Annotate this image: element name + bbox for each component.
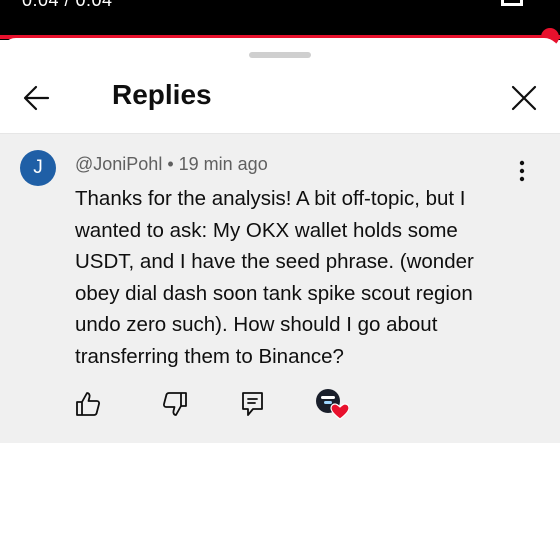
thumbs-down-icon (162, 392, 187, 416)
reply-icon (242, 392, 263, 416)
more-vertical-icon (519, 160, 525, 182)
comment-author[interactable]: @JoniPohl (75, 154, 162, 174)
avatar[interactable]: J (20, 150, 56, 186)
close-button[interactable] (504, 78, 544, 118)
more-options-button[interactable] (512, 158, 532, 184)
creator-heart-badge[interactable] (315, 388, 350, 420)
comment-meta: @JoniPohl • 19 min ago (75, 154, 268, 175)
comment-time: 19 min ago (178, 154, 268, 174)
fullscreen-icon[interactable] (501, 0, 523, 6)
drag-handle[interactable] (249, 52, 311, 58)
close-icon (511, 85, 537, 111)
arrow-left-icon (23, 85, 50, 111)
comment-card: J @JoniPohl • 19 min ago Thanks for the an… (0, 134, 560, 443)
comment-text: Thanks for the analysis! A bit off-topic… (75, 187, 474, 368)
dislike-button[interactable] (161, 390, 189, 418)
video-player[interactable]: 0:04 / 0:04 (0, 0, 560, 40)
creator-heart-icon (316, 389, 350, 420)
comment-actions (0, 388, 560, 424)
reply-button[interactable] (239, 390, 267, 418)
back-button[interactable] (18, 78, 58, 118)
sheet-header: Replies (0, 60, 560, 134)
thumbs-up-icon (76, 392, 101, 416)
meta-separator: • (167, 154, 174, 174)
video-time-display: 0:04 / 0:04 (22, 0, 113, 10)
replies-sheet: Replies J @JoniPohl • 19 min ago Thanks fo… (0, 38, 560, 560)
like-button[interactable] (74, 390, 102, 418)
page-title: Replies (112, 79, 212, 110)
